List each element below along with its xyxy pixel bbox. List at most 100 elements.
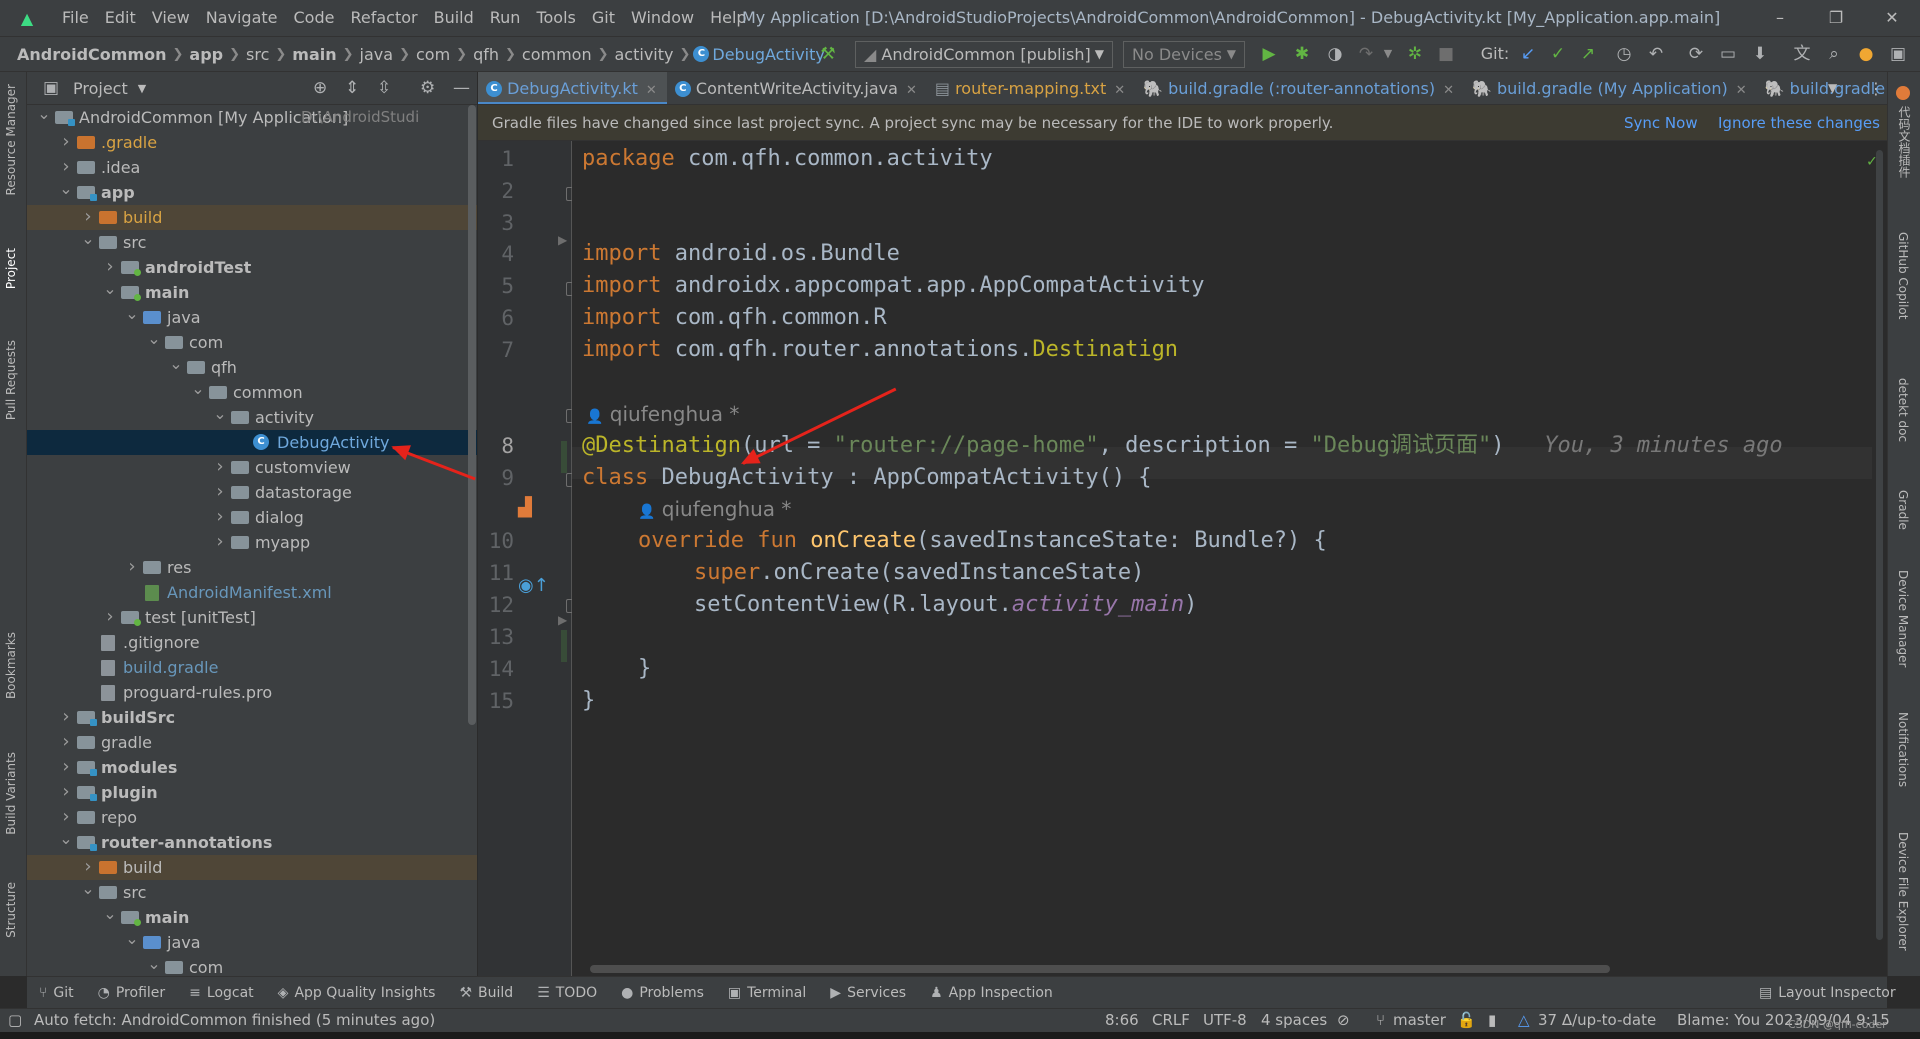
git-branch[interactable]: master bbox=[1393, 1009, 1446, 1032]
line-number[interactable]: 14 bbox=[478, 657, 514, 681]
code-line-5[interactable]: import com.qfh.common.R bbox=[582, 302, 887, 334]
line-number[interactable]: 13 bbox=[478, 625, 514, 649]
rollback-icon[interactable]: ↶ bbox=[1644, 36, 1668, 72]
breadcrumb-src[interactable]: src bbox=[243, 45, 272, 64]
code-author-hint[interactable]: 👤 qiufenghua * bbox=[638, 493, 791, 525]
tree-item-common[interactable]: ⌄ common bbox=[27, 380, 477, 405]
tool-services[interactable]: ▶ Services bbox=[818, 985, 918, 1001]
chevron-down-icon[interactable]: ⌄ bbox=[103, 280, 117, 298]
project-panel-title[interactable]: Project bbox=[73, 79, 128, 98]
tool-layout-inspector[interactable]: ▤ Layout Inspector bbox=[1747, 985, 1908, 1001]
chevron-right-icon[interactable]: › bbox=[81, 855, 95, 879]
tree-item-app[interactable]: ⌄ app bbox=[27, 180, 477, 205]
chevron-right-icon[interactable]: › bbox=[125, 555, 139, 579]
chevron-down-icon[interactable]: ⌄ bbox=[59, 180, 73, 198]
menu-edit[interactable]: Edit bbox=[97, 0, 144, 36]
chevron-down-icon[interactable]: ⌄ bbox=[125, 930, 139, 948]
chevron-right-icon[interactable]: › bbox=[103, 255, 117, 279]
tree-item-gradle[interactable]: › gradle bbox=[27, 730, 477, 755]
menu-build[interactable]: Build bbox=[426, 0, 482, 36]
close-icon[interactable]: ✕ bbox=[906, 83, 917, 98]
breadcrumb-debugactivity[interactable]: DebugActivity bbox=[709, 45, 827, 64]
run-config-dropdown[interactable]: ◢ AndroidCommon [publish] ▼ bbox=[855, 41, 1113, 68]
tab-notifications[interactable]: Notifications bbox=[1896, 712, 1910, 787]
git-commit-icon[interactable]: ✓ bbox=[1546, 36, 1570, 72]
tree-item-build-gradle[interactable]: build.gradle bbox=[27, 655, 477, 680]
tree-item-src[interactable]: ⌄ src bbox=[27, 230, 477, 255]
breadcrumb-common[interactable]: common bbox=[519, 45, 595, 64]
tool-app-quality-insights[interactable]: ◈ App Quality Insights bbox=[266, 985, 448, 1001]
file-encoding[interactable]: UTF-8 bbox=[1203, 1009, 1247, 1032]
tree-item-java[interactable]: ⌄ java bbox=[27, 930, 477, 955]
chevron-right-icon[interactable]: › bbox=[59, 780, 73, 804]
tree-item-androidtest[interactable]: › androidTest bbox=[27, 255, 477, 280]
ignore-changes-link[interactable]: Ignore these changes bbox=[1718, 105, 1880, 141]
tab-router-mapping-txt[interactable]: ▤ router-mapping.txt ✕ bbox=[927, 72, 1135, 104]
attach-debugger-icon[interactable]: ↷ bbox=[1354, 36, 1378, 72]
tab-structure[interactable]: Structure bbox=[4, 882, 18, 938]
chevron-down-icon[interactable]: ▼ bbox=[1828, 81, 1837, 95]
fold-expand-icon[interactable]: ▶ bbox=[558, 613, 567, 627]
indent-setting[interactable]: 4 spaces bbox=[1261, 1009, 1327, 1032]
minimize-button[interactable]: – bbox=[1752, 0, 1808, 36]
editor-horizontal-scrollbar[interactable] bbox=[590, 965, 1610, 973]
vcs-updates[interactable]: 37 Δ/up-to-date bbox=[1538, 1009, 1656, 1032]
chevron-right-icon[interactable]: › bbox=[59, 705, 73, 729]
editor-vertical-scrollbar[interactable] bbox=[1876, 150, 1883, 940]
tree-item-src[interactable]: ⌄ src bbox=[27, 880, 477, 905]
vcs-change-marker[interactable] bbox=[561, 441, 567, 473]
tool-app-inspection[interactable]: ♟ App Inspection bbox=[918, 985, 1065, 1001]
tool-build[interactable]: ⚒ Build bbox=[447, 985, 525, 1001]
breadcrumb-project[interactable]: AndroidCommon bbox=[14, 45, 170, 64]
git-push-icon[interactable]: ↗ bbox=[1576, 36, 1600, 72]
git-update-icon[interactable]: ↙ bbox=[1516, 36, 1540, 72]
breadcrumb-java[interactable]: java bbox=[357, 45, 397, 64]
tree-item-plugin[interactable]: › plugin bbox=[27, 780, 477, 805]
menu-refactor[interactable]: Refactor bbox=[342, 0, 425, 36]
more-icon[interactable]: ⋮ bbox=[1868, 79, 1884, 98]
gear-icon[interactable]: ⚙ bbox=[420, 72, 435, 105]
tree-item-main[interactable]: ⌄ main bbox=[27, 905, 477, 930]
copilot-status-icon[interactable]: ⊘ bbox=[1337, 1009, 1350, 1032]
tab-build-gradle-router-annotations[interactable]: 🐘 build.gradle (:router-annotations) ✕ bbox=[1135, 72, 1464, 104]
tab-pull-requests[interactable]: Pull Requests bbox=[4, 340, 18, 420]
caret-position[interactable]: 8:66 bbox=[1105, 1009, 1139, 1032]
chevron-down-icon[interactable]: ⌄ bbox=[125, 305, 139, 323]
line-number[interactable]: 8 bbox=[478, 434, 514, 458]
device-dropdown[interactable]: No Devices ▼ bbox=[1123, 41, 1245, 68]
chevron-down-icon[interactable]: ⌄ bbox=[59, 830, 73, 848]
account-icon[interactable]: ▣ bbox=[1886, 36, 1910, 72]
chevron-down-icon[interactable]: ⌄ bbox=[147, 330, 161, 348]
code-line-4[interactable]: import androidx.appcompat.app.AppCompatA… bbox=[582, 270, 1205, 302]
line-number[interactable]: 2 bbox=[478, 179, 514, 203]
chevron-down-icon[interactable]: ⌄ bbox=[147, 955, 161, 973]
line-number[interactable]: 4 bbox=[478, 242, 514, 266]
line-number[interactable]: 10 bbox=[478, 529, 514, 553]
close-icon[interactable]: ✕ bbox=[1443, 83, 1454, 98]
tree-item-buildsrc[interactable]: › buildSrc bbox=[27, 705, 477, 730]
line-number[interactable]: 15 bbox=[478, 689, 514, 713]
tab-device-file-explorer[interactable]: Device File Explorer bbox=[1896, 832, 1910, 951]
code-author-hint[interactable]: 👤 qiufenghua * bbox=[586, 398, 739, 430]
status-toggle-icon[interactable]: ▢ bbox=[8, 1009, 22, 1032]
close-icon[interactable]: ✕ bbox=[1736, 83, 1747, 98]
menu-view[interactable]: View bbox=[144, 0, 198, 36]
tree-item-build[interactable]: › build bbox=[27, 205, 477, 230]
chevron-right-icon[interactable]: › bbox=[213, 505, 227, 529]
maximize-button[interactable]: ❐ bbox=[1808, 0, 1864, 36]
tab-build-variants[interactable]: Build Variants bbox=[4, 752, 18, 835]
tree-item-java[interactable]: ⌄ java bbox=[27, 305, 477, 330]
code-editor[interactable]: package com.qfh.common.activity import a… bbox=[572, 141, 1877, 976]
chevron-down-icon[interactable]: ⌄ bbox=[213, 405, 227, 423]
tree-item-androidmanifest-xml[interactable]: AndroidManifest.xml bbox=[27, 580, 477, 605]
tree-item-proguard-rules-pro[interactable]: proguard-rules.pro bbox=[27, 680, 477, 705]
close-window-button[interactable]: ✕ bbox=[1864, 0, 1920, 36]
run-icon[interactable]: ▶ bbox=[1257, 36, 1281, 72]
tab-bookmarks[interactable]: Bookmarks bbox=[4, 632, 18, 699]
status-message[interactable]: Auto fetch: AndroidCommon finished (5 mi… bbox=[34, 1009, 435, 1032]
code-line-1[interactable]: package com.qfh.common.activity bbox=[582, 143, 993, 175]
chevron-down-icon[interactable]: ⌄ bbox=[103, 905, 117, 923]
chevron-right-icon[interactable]: › bbox=[59, 155, 73, 179]
fold-expand-icon[interactable]: ▶ bbox=[558, 233, 567, 247]
tool-logcat[interactable]: ≡ Logcat bbox=[177, 985, 266, 1001]
